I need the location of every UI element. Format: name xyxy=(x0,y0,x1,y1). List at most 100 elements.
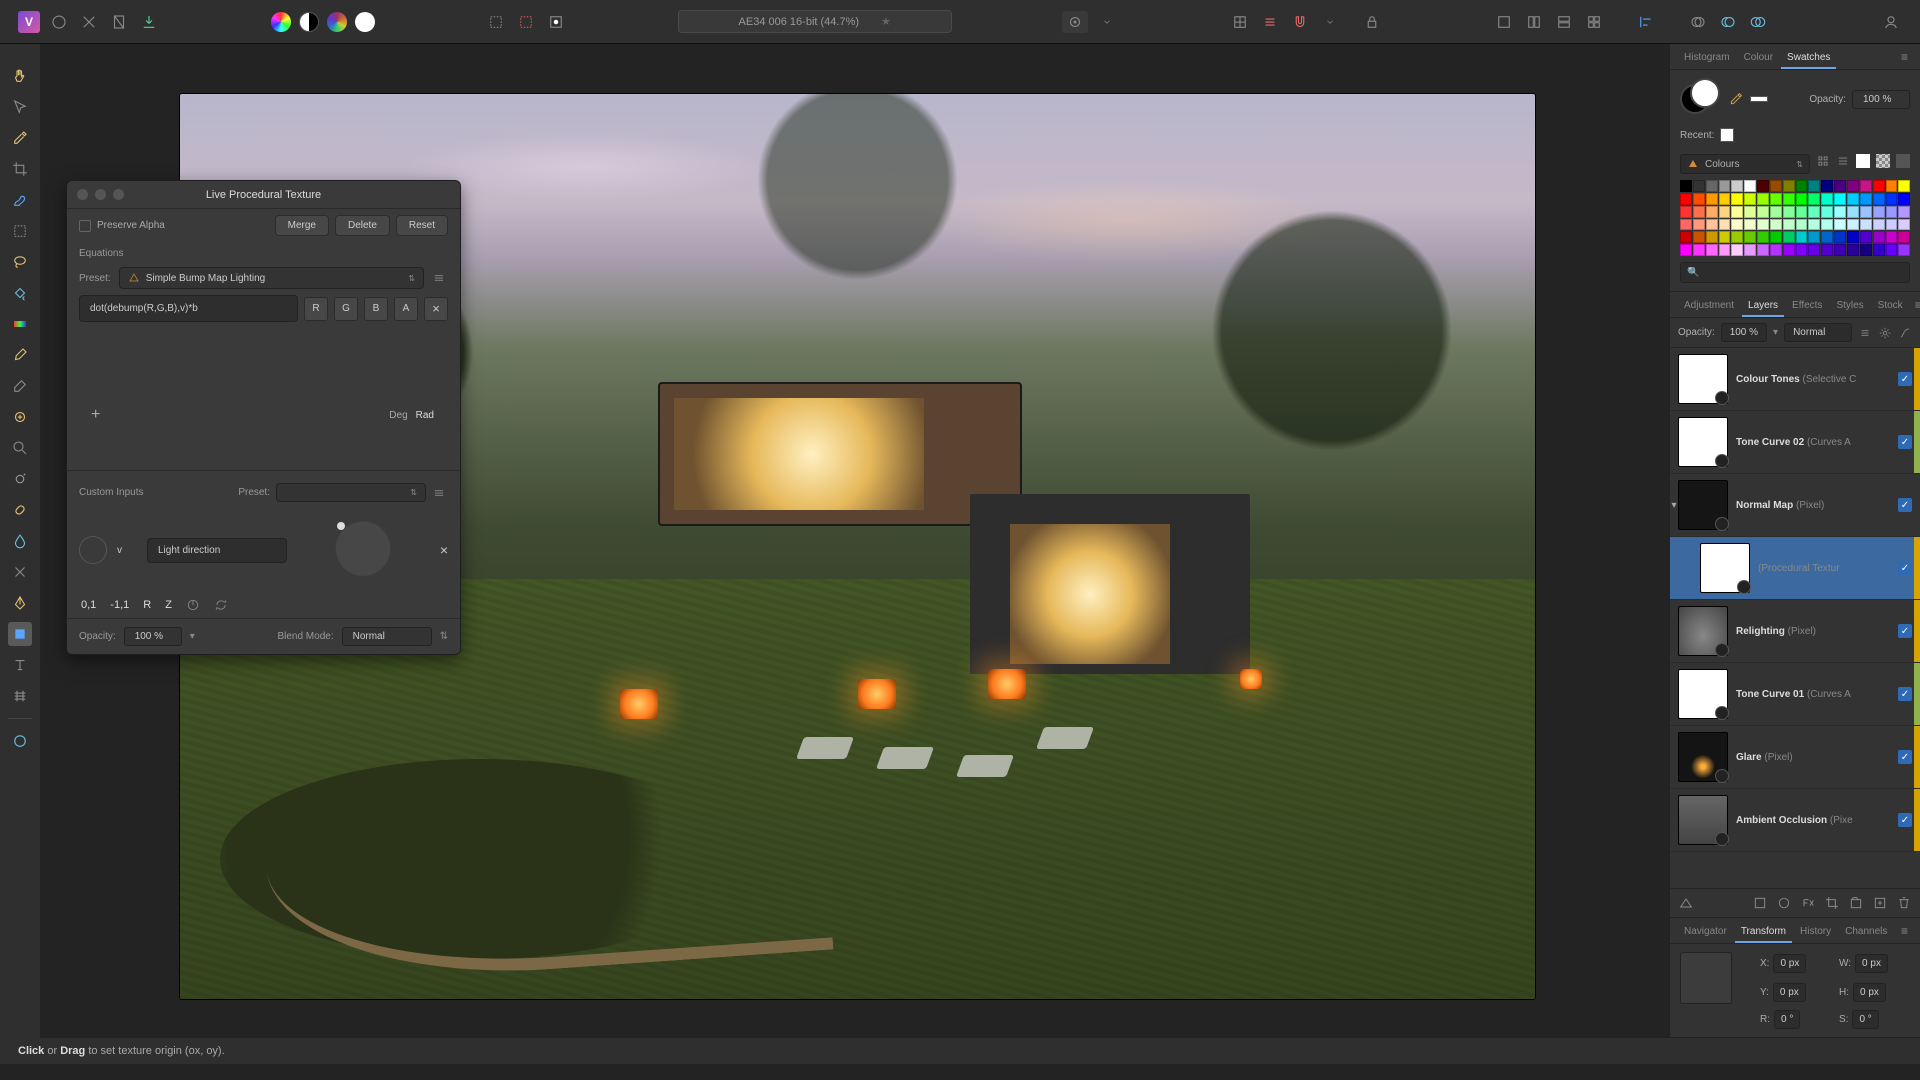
swatch-grid-icon[interactable] xyxy=(1816,154,1830,168)
tab-adjustment[interactable]: Adjustment xyxy=(1678,296,1740,317)
swatch-cell[interactable] xyxy=(1886,244,1898,256)
swatch-cell[interactable] xyxy=(1757,193,1769,205)
tab-effects[interactable]: Effects xyxy=(1786,296,1828,317)
swatch-cell[interactable] xyxy=(1808,180,1820,192)
swatch-cell[interactable] xyxy=(1873,231,1885,243)
ci-remove-icon[interactable]: × xyxy=(440,542,448,558)
deg-label[interactable]: Deg xyxy=(389,410,407,421)
swatch-cell[interactable] xyxy=(1680,244,1692,256)
persona-photo-icon[interactable] xyxy=(48,11,70,33)
swatch-cell[interactable] xyxy=(1719,231,1731,243)
opacity-dropdown-icon[interactable]: ▾ xyxy=(190,631,195,642)
swatch-cell[interactable] xyxy=(1796,180,1808,192)
layer-visible-checkbox[interactable]: ✓ xyxy=(1898,624,1912,638)
swatch-cell[interactable] xyxy=(1808,231,1820,243)
text-tool-icon[interactable] xyxy=(8,653,32,677)
swatch-cell[interactable] xyxy=(1873,193,1885,205)
h-input[interactable]: 0 px xyxy=(1853,983,1886,1002)
tab-stock[interactable]: Stock xyxy=(1872,296,1909,317)
tab-channels[interactable]: Channels xyxy=(1839,922,1893,943)
layer-name[interactable]: Normal Map (Pixel) xyxy=(1736,500,1890,511)
swatch-cell[interactable] xyxy=(1898,206,1910,218)
swatch-cell[interactable] xyxy=(1821,193,1833,205)
colour-wheel-icon[interactable] xyxy=(271,12,291,32)
swatch-grid[interactable] xyxy=(1680,180,1910,256)
ci-preset-select[interactable]: ⇅ xyxy=(276,483,426,502)
anchor-selector[interactable] xyxy=(1680,952,1732,1004)
move-tool-icon[interactable] xyxy=(8,95,32,119)
swatch-cell[interactable] xyxy=(1860,231,1872,243)
layer-visible-checkbox[interactable]: ✓ xyxy=(1898,561,1912,575)
fx-icon[interactable] xyxy=(1800,895,1816,911)
persona-develop-icon[interactable] xyxy=(108,11,130,33)
swatch-cell[interactable] xyxy=(1770,244,1782,256)
swatch-cell[interactable] xyxy=(1693,231,1705,243)
healing-tool-icon[interactable] xyxy=(8,498,32,522)
angle-unit-toggle[interactable]: Deg Rad xyxy=(389,410,448,421)
add-white-swatch[interactable] xyxy=(1856,154,1870,168)
swatch-cell[interactable] xyxy=(1706,206,1718,218)
swatch-list-icon[interactable] xyxy=(1836,154,1850,168)
quick-mask-icon[interactable] xyxy=(545,11,567,33)
blend-dropdown-icon[interactable]: ⇅ xyxy=(440,631,448,642)
swatch-cell[interactable] xyxy=(1886,193,1898,205)
angle-icon[interactable] xyxy=(186,598,200,612)
layer-thumbnail[interactable] xyxy=(1700,543,1750,593)
swatch-cell[interactable] xyxy=(1757,244,1769,256)
swatch-cell[interactable] xyxy=(1693,193,1705,205)
reset-button[interactable]: Reset xyxy=(396,215,448,236)
swatch-cell[interactable] xyxy=(1706,231,1718,243)
layer-name[interactable]: Tone Curve 02 (Curves A xyxy=(1736,437,1890,448)
swatch-cell[interactable] xyxy=(1847,219,1859,231)
target-dropdown-icon[interactable] xyxy=(1096,11,1118,33)
swatch-cell[interactable] xyxy=(1808,219,1820,231)
swatch-cell[interactable] xyxy=(1808,206,1820,218)
zoom-window-icon[interactable] xyxy=(113,189,124,200)
channel-r-button[interactable]: R xyxy=(304,297,328,321)
layer-thumbnail[interactable] xyxy=(1678,417,1728,467)
swatch-cell[interactable] xyxy=(1719,244,1731,256)
clone-tool-icon[interactable] xyxy=(8,405,32,429)
eyedropper-icon[interactable] xyxy=(1728,91,1744,107)
tab-layers[interactable]: Layers xyxy=(1742,296,1784,317)
mesh-tool-icon[interactable] xyxy=(8,684,32,708)
swatch-cell[interactable] xyxy=(1860,193,1872,205)
swatch-cell[interactable] xyxy=(1783,180,1795,192)
add-none-swatch[interactable] xyxy=(1876,154,1890,168)
snap-icon[interactable] xyxy=(1259,11,1281,33)
swatch-cell[interactable] xyxy=(1706,180,1718,192)
layer-name[interactable]: Ambient Occlusion (Pixe xyxy=(1736,815,1890,826)
preset-menu-icon[interactable] xyxy=(432,271,448,285)
equation-preset-select[interactable]: Simple Bump Map Lighting ⇅ xyxy=(119,267,424,289)
swatch-cell[interactable] xyxy=(1821,180,1833,192)
swatch-cell[interactable] xyxy=(1847,244,1859,256)
swatch-cell[interactable] xyxy=(1873,180,1885,192)
swatch-cell[interactable] xyxy=(1834,180,1846,192)
persona-liquify-icon[interactable] xyxy=(78,11,100,33)
tab-swatches[interactable]: Swatches xyxy=(1781,48,1836,69)
white-icon[interactable] xyxy=(355,12,375,32)
swatch-cell[interactable] xyxy=(1770,180,1782,192)
swatch-cell[interactable] xyxy=(1796,206,1808,218)
channel-a-button[interactable]: A xyxy=(394,297,418,321)
swatch-cell[interactable] xyxy=(1770,206,1782,218)
lasso-tool-icon[interactable] xyxy=(8,250,32,274)
channel-g-button[interactable]: G xyxy=(334,297,358,321)
swatch-cell[interactable] xyxy=(1796,193,1808,205)
layer-row[interactable]: Tone Curve 02 (Curves A✓ xyxy=(1670,411,1920,474)
procedural-texture-dialog[interactable]: Live Procedural Texture Preserve Alpha M… xyxy=(66,180,461,655)
swatch-cell[interactable] xyxy=(1834,219,1846,231)
swatch-cell[interactable] xyxy=(1796,231,1808,243)
view-tool-icon[interactable] xyxy=(8,729,32,753)
tab-styles[interactable]: Styles xyxy=(1830,296,1869,317)
layer-row[interactable]: Tone Curve 01 (Curves A✓ xyxy=(1670,663,1920,726)
swatch-cell[interactable] xyxy=(1719,180,1731,192)
marquee-tool-icon[interactable] xyxy=(8,219,32,243)
layer-name[interactable]: Colour Tones (Selective C xyxy=(1736,374,1890,385)
crop-tool-icon[interactable] xyxy=(8,157,32,181)
w-input[interactable]: 0 px xyxy=(1855,954,1888,973)
layer-options-icon[interactable] xyxy=(1858,326,1872,340)
swatch-cell[interactable] xyxy=(1783,244,1795,256)
swatch-cell[interactable] xyxy=(1693,219,1705,231)
swatch-cell[interactable] xyxy=(1834,206,1846,218)
